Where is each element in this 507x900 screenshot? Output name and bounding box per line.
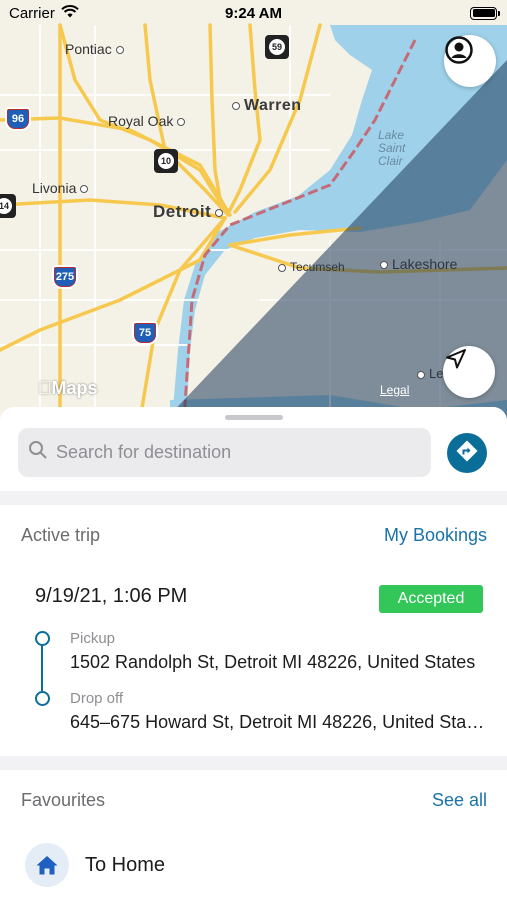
route-59-shield: 59 — [265, 35, 289, 59]
pickup-address: 1502 Randolph St, Detroit MI 48226, Unit… — [70, 652, 476, 672]
interstate-275-shield: 275 — [52, 265, 78, 289]
map-label-warren: Warren — [232, 97, 302, 115]
map-canvas — [0, 23, 507, 420]
pickup-marker-icon — [35, 631, 50, 646]
dropoff-address: 645–675 Howard St, Detroit MI 48226, Uni… — [70, 712, 486, 732]
app-screen: Carrier 9:24 AM Pontiac Warren Royal Oak… — [0, 0, 507, 900]
bottom-sheet: Search for destination Active trip My Bo… — [0, 407, 507, 900]
wifi-icon — [61, 4, 79, 22]
see-all-link[interactable]: See all — [432, 790, 487, 811]
pickup-label: Pickup — [70, 630, 116, 647]
apple-maps-attribution: Maps — [38, 378, 98, 398]
map-label-lakeshore: Lakeshore — [380, 256, 457, 272]
map-view[interactable]: Pontiac Warren Royal Oak Livonia Detroit… — [0, 0, 507, 420]
favourites-header: Favourites See all — [0, 770, 507, 830]
legal-link[interactable]: Legal — [380, 383, 409, 397]
directions-button[interactable] — [447, 433, 487, 473]
home-icon — [25, 843, 69, 887]
map-label-pontiac: Pontiac — [65, 41, 124, 57]
battery-level — [472, 9, 495, 17]
directions-icon — [455, 439, 479, 468]
route-10-shield: 10 — [154, 149, 178, 173]
active-trip-section: Active trip My Bookings 9/19/21, 1:06 PM… — [0, 505, 507, 756]
status-left: Carrier — [9, 5, 79, 22]
map-label-detroit: Detroit — [153, 202, 224, 222]
dropoff-marker-icon — [35, 691, 50, 706]
trip-datetime[interactable]: 9/19/21, 1:06 PM — [35, 585, 187, 608]
map-label-livonia: Livonia — [32, 180, 89, 196]
carrier-label: Carrier — [9, 4, 55, 22]
status-bar: Carrier 9:24 AM — [0, 0, 507, 26]
favourites-title: Favourites — [21, 789, 106, 810]
favourites-section: Favourites See all To Home — [0, 770, 507, 900]
profile-button[interactable] — [444, 35, 496, 87]
locate-me-button[interactable] — [443, 346, 495, 398]
active-trip-title: Active trip — [21, 524, 101, 545]
my-bookings-link[interactable]: My Bookings — [384, 525, 487, 546]
active-trip-header: Active trip My Bookings — [0, 505, 507, 565]
sheet-grabber[interactable] — [225, 415, 283, 420]
search-placeholder: Search for destination — [56, 442, 232, 462]
battery-icon — [470, 6, 500, 20]
map-label-lake-saint-clair: Lake Saint Clair — [378, 128, 406, 168]
interstate-75-shield: 75 — [132, 321, 158, 345]
route-14-shield: 14 — [0, 194, 16, 218]
status-badge: Accepted — [379, 585, 483, 613]
search-section: Search for destination — [0, 407, 507, 491]
search-icon — [28, 440, 48, 465]
favourite-item[interactable]: To Home — [0, 830, 507, 900]
trip-timeline — [35, 631, 50, 711]
apple-logo-icon:  — [38, 378, 52, 398]
map-label-royal-oak: Royal Oak — [108, 113, 186, 129]
dropoff-label: Drop off — [70, 690, 124, 707]
search-input[interactable]: Search for destination — [18, 428, 431, 477]
interstate-96-shield: 96 — [5, 107, 31, 131]
map-label-tecumseh: Tecumseh — [278, 260, 345, 274]
timeline-connector — [41, 645, 43, 691]
favourite-label: To Home — [85, 853, 166, 876]
